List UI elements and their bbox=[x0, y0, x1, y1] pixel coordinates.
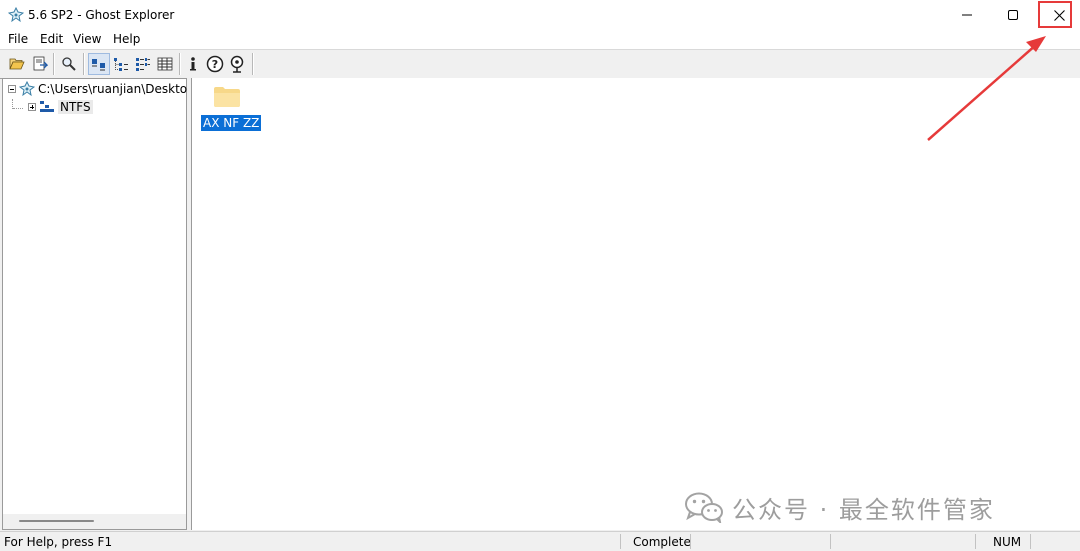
details-view-button[interactable] bbox=[154, 53, 176, 75]
menu-edit[interactable]: Edit bbox=[40, 32, 63, 46]
close-button-highlight-box bbox=[1038, 1, 1072, 28]
whats-this-button[interactable] bbox=[226, 53, 248, 75]
menu-view[interactable]: View bbox=[73, 32, 101, 46]
image-file-icon bbox=[19, 81, 35, 97]
status-divider bbox=[1030, 534, 1031, 549]
collapse-toggle[interactable] bbox=[8, 85, 16, 93]
details-view-icon bbox=[157, 57, 173, 71]
tree-item-ntfs[interactable]: NTFS bbox=[28, 99, 93, 115]
ghost-explorer-icon bbox=[8, 7, 24, 23]
status-state-text: Complete bbox=[633, 535, 691, 549]
expand-toggle[interactable] bbox=[28, 103, 36, 111]
watermark: 公众号 · 最全软件管家 bbox=[684, 490, 995, 524]
menu-bar: File Edit View Help bbox=[0, 30, 1080, 49]
folder-tree-pane[interactable] bbox=[2, 78, 187, 530]
tree-item-label: NTFS bbox=[58, 100, 93, 114]
status-divider bbox=[620, 534, 621, 549]
help-button[interactable]: ? bbox=[204, 53, 226, 75]
window-title: 5.6 SP2 - Ghost Explorer bbox=[28, 8, 175, 22]
info-icon bbox=[190, 57, 196, 71]
maximize-button[interactable] bbox=[990, 0, 1036, 30]
info-button[interactable] bbox=[182, 53, 204, 75]
minimize-icon bbox=[962, 14, 972, 16]
scrollbar-thumb[interactable] bbox=[19, 520, 94, 522]
folder-item[interactable]: AX NF ZZ bbox=[201, 86, 262, 136]
list-view-icon bbox=[136, 58, 150, 71]
status-num-indicator: NUM bbox=[993, 535, 1022, 549]
list-view-button[interactable] bbox=[132, 53, 154, 75]
menu-help[interactable]: Help bbox=[113, 32, 140, 46]
wechat-icon bbox=[685, 492, 723, 523]
open-button[interactable] bbox=[6, 53, 28, 75]
toolbar-separator bbox=[83, 53, 85, 75]
tree-connector bbox=[13, 108, 23, 110]
folder-icon bbox=[214, 87, 240, 107]
toolbar-separator bbox=[179, 53, 181, 75]
tree-horizontal-scrollbar[interactable] bbox=[3, 514, 186, 529]
status-divider bbox=[690, 534, 691, 549]
tree-view-button[interactable] bbox=[110, 53, 132, 75]
find-button[interactable] bbox=[58, 53, 80, 75]
file-list-pane[interactable]: AX NF ZZ bbox=[191, 78, 1080, 530]
whats-this-icon bbox=[230, 55, 244, 73]
status-help-text: For Help, press F1 bbox=[4, 535, 113, 549]
status-divider bbox=[975, 534, 976, 549]
large-icons-view-icon bbox=[92, 59, 105, 71]
watermark-text: 公众号 · 最全软件管家 bbox=[732, 495, 995, 524]
toolbar-separator bbox=[53, 53, 55, 75]
minimize-button[interactable] bbox=[944, 0, 990, 30]
large-icons-view-button[interactable] bbox=[88, 53, 110, 75]
menu-file[interactable]: File bbox=[8, 32, 28, 46]
tree-view-icon bbox=[114, 58, 128, 71]
title-bar: 5.6 SP2 - Ghost Explorer bbox=[0, 0, 1080, 31]
find-icon bbox=[62, 57, 76, 71]
svg-text:?: ? bbox=[212, 58, 218, 71]
tree-item-label: C:\Users\ruanjian\Desktop bbox=[38, 82, 195, 96]
extract-button[interactable] bbox=[29, 53, 51, 75]
open-folder-icon bbox=[9, 58, 25, 70]
folder-label: AX NF ZZ bbox=[201, 115, 262, 131]
toolbar: ? bbox=[0, 49, 1080, 79]
partition-icon bbox=[40, 101, 54, 112]
status-divider bbox=[830, 534, 831, 549]
toolbar-separator bbox=[252, 53, 254, 75]
status-bar: For Help, press F1 Complete NUM bbox=[0, 531, 1080, 551]
extract-icon bbox=[33, 56, 48, 71]
maximize-icon bbox=[1008, 10, 1018, 20]
help-icon: ? bbox=[206, 55, 224, 73]
tree-item-root[interactable]: C:\Users\ruanjian\Desktop bbox=[8, 81, 195, 97]
